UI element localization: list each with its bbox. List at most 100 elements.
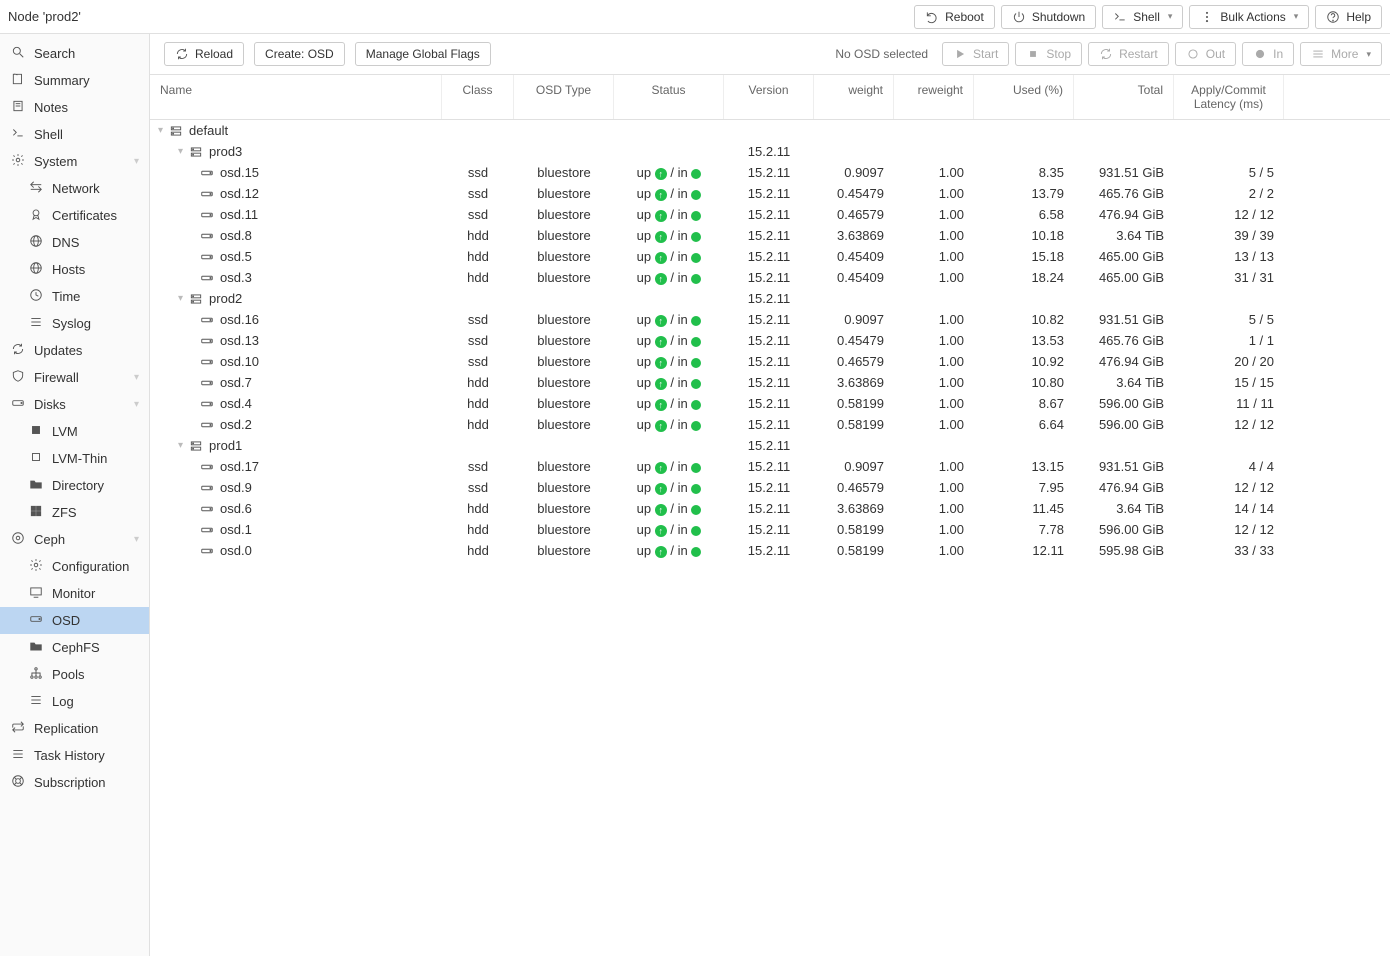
- chevron-down-icon[interactable]: ▾: [178, 293, 183, 304]
- table-row[interactable]: osd.2hddbluestoreup ↑ / in 15.2.110.5819…: [150, 414, 1390, 435]
- sidebar-item-pools[interactable]: Pools: [0, 661, 149, 688]
- table-row[interactable]: osd.6hddbluestoreup ↑ / in 15.2.113.6386…: [150, 498, 1390, 519]
- col-version[interactable]: Version: [724, 75, 814, 119]
- chevron-down-icon: ▾: [1168, 11, 1173, 22]
- status-dot-icon: [691, 421, 701, 431]
- sidebar-item-label: Configuration: [52, 559, 129, 574]
- table-row[interactable]: osd.12ssdbluestoreup ↑ / in 15.2.110.454…: [150, 183, 1390, 204]
- sidebar-item-directory[interactable]: Directory: [0, 472, 149, 499]
- col-class[interactable]: Class: [442, 75, 514, 119]
- cell-version: 15.2.11: [724, 267, 814, 288]
- chevron-down-icon: ▾: [134, 534, 139, 545]
- sidebar-item-shell[interactable]: Shell: [0, 121, 149, 148]
- cell-used: 18.24: [974, 267, 1074, 288]
- book-icon: [10, 72, 26, 89]
- out-button[interactable]: Out: [1175, 42, 1236, 66]
- status-dot-icon: [691, 253, 701, 263]
- col-weight[interactable]: weight: [814, 75, 894, 119]
- table-row[interactable]: ▾ prod315.2.11: [150, 141, 1390, 162]
- manage-flags-button[interactable]: Manage Global Flags: [355, 42, 491, 66]
- sidebar-item-osd[interactable]: OSD: [0, 607, 149, 634]
- table-row[interactable]: ▾ default: [150, 120, 1390, 141]
- create-osd-button[interactable]: Create: OSD: [254, 42, 345, 66]
- col-reweight[interactable]: reweight: [894, 75, 974, 119]
- sidebar-item-ceph[interactable]: Ceph▾: [0, 526, 149, 553]
- chevron-down-icon[interactable]: ▾: [158, 125, 163, 136]
- sidebar-item-log[interactable]: Log: [0, 688, 149, 715]
- stop-button[interactable]: Stop: [1015, 42, 1082, 66]
- cell-reweight: 1.00: [894, 204, 974, 225]
- sidebar-item-time[interactable]: Time: [0, 283, 149, 310]
- col-latency[interactable]: Apply/Commit Latency (ms): [1174, 75, 1284, 119]
- sidebar-item-syslog[interactable]: Syslog: [0, 310, 149, 337]
- table-row[interactable]: osd.8hddbluestoreup ↑ / in 15.2.113.6386…: [150, 225, 1390, 246]
- reload-button[interactable]: Reload: [164, 42, 244, 66]
- sidebar-item-summary[interactable]: Summary: [0, 67, 149, 94]
- start-button[interactable]: Start: [942, 42, 1009, 66]
- col-used[interactable]: Used (%): [974, 75, 1074, 119]
- sidebar-item-lvm-thin[interactable]: LVM-Thin: [0, 445, 149, 472]
- table-row[interactable]: osd.7hddbluestoreup ↑ / in 15.2.113.6386…: [150, 372, 1390, 393]
- col-total[interactable]: Total: [1074, 75, 1174, 119]
- in-button[interactable]: In: [1242, 42, 1294, 66]
- sidebar-item-zfs[interactable]: ZFS: [0, 499, 149, 526]
- chevron-down-icon[interactable]: ▾: [178, 146, 183, 157]
- sidebar-item-subscription[interactable]: Subscription: [0, 769, 149, 796]
- sidebar-item-replication[interactable]: Replication: [0, 715, 149, 742]
- shell-button[interactable]: Shell▾: [1102, 5, 1183, 29]
- sidebar-item-task-history[interactable]: Task History: [0, 742, 149, 769]
- sidebar-item-disks[interactable]: Disks▾: [0, 391, 149, 418]
- table-row[interactable]: osd.9ssdbluestoreup ↑ / in 15.2.110.4657…: [150, 477, 1390, 498]
- table-row[interactable]: osd.11ssdbluestoreup ↑ / in 15.2.110.465…: [150, 204, 1390, 225]
- sidebar-item-search[interactable]: Search: [0, 40, 149, 67]
- cell-class: ssd: [442, 162, 514, 183]
- table-row[interactable]: osd.0hddbluestoreup ↑ / in 15.2.110.5819…: [150, 540, 1390, 561]
- cell-weight: 0.46579: [814, 204, 894, 225]
- table-row[interactable]: osd.3hddbluestoreup ↑ / in 15.2.110.4540…: [150, 267, 1390, 288]
- sidebar-item-certificates[interactable]: Certificates: [0, 202, 149, 229]
- hdd-icon: [200, 313, 214, 327]
- cell-version: 15.2.11: [724, 372, 814, 393]
- hdd-icon: [200, 376, 214, 390]
- cell-total: 595.98 GiB: [1074, 540, 1174, 561]
- table-row[interactable]: osd.15ssdbluestoreup ↑ / in 15.2.110.909…: [150, 162, 1390, 183]
- sidebar-item-configuration[interactable]: Configuration: [0, 553, 149, 580]
- table-row[interactable]: osd.1hddbluestoreup ↑ / in 15.2.110.5819…: [150, 519, 1390, 540]
- cell-type: bluestore: [514, 309, 614, 330]
- shutdown-button[interactable]: Shutdown: [1001, 5, 1096, 29]
- more-button[interactable]: More▾: [1300, 42, 1382, 66]
- table-row[interactable]: osd.13ssdbluestoreup ↑ / in 15.2.110.454…: [150, 330, 1390, 351]
- sidebar-item-label: Disks: [34, 397, 66, 412]
- sidebar-item-cephfs[interactable]: CephFS: [0, 634, 149, 661]
- chevron-down-icon[interactable]: ▾: [178, 440, 183, 451]
- table-row[interactable]: ▾ prod215.2.11: [150, 288, 1390, 309]
- table-row[interactable]: osd.10ssdbluestoreup ↑ / in 15.2.110.465…: [150, 351, 1390, 372]
- col-type[interactable]: OSD Type: [514, 75, 614, 119]
- restart-button[interactable]: Restart: [1088, 42, 1169, 66]
- cell-status: [614, 120, 724, 141]
- disk-icon: [10, 396, 26, 413]
- sidebar-item-dns[interactable]: DNS: [0, 229, 149, 256]
- sidebar-item-monitor[interactable]: Monitor: [0, 580, 149, 607]
- sidebar-item-network[interactable]: Network: [0, 175, 149, 202]
- sidebar-item-lvm[interactable]: LVM: [0, 418, 149, 445]
- server-icon: [189, 439, 203, 453]
- cell-class: hdd: [442, 414, 514, 435]
- help-button[interactable]: Help: [1315, 5, 1382, 29]
- cell-weight: 0.9097: [814, 162, 894, 183]
- sidebar-item-updates[interactable]: Updates: [0, 337, 149, 364]
- table-row[interactable]: osd.17ssdbluestoreup ↑ / in 15.2.110.909…: [150, 456, 1390, 477]
- table-row[interactable]: osd.4hddbluestoreup ↑ / in 15.2.110.5819…: [150, 393, 1390, 414]
- table-row[interactable]: osd.16ssdbluestoreup ↑ / in 15.2.110.909…: [150, 309, 1390, 330]
- sidebar-item-system[interactable]: System▾: [0, 148, 149, 175]
- sidebar-item-firewall[interactable]: Firewall▾: [0, 364, 149, 391]
- table-row[interactable]: ▾ prod115.2.11: [150, 435, 1390, 456]
- cell-class: ssd: [442, 477, 514, 498]
- reboot-button[interactable]: Reboot: [914, 5, 995, 29]
- col-status[interactable]: Status: [614, 75, 724, 119]
- table-row[interactable]: osd.5hddbluestoreup ↑ / in 15.2.110.4540…: [150, 246, 1390, 267]
- bulk-actions-button[interactable]: Bulk Actions▾: [1189, 5, 1309, 29]
- sidebar-item-notes[interactable]: Notes: [0, 94, 149, 121]
- sidebar-item-hosts[interactable]: Hosts: [0, 256, 149, 283]
- col-name[interactable]: Name: [150, 75, 442, 119]
